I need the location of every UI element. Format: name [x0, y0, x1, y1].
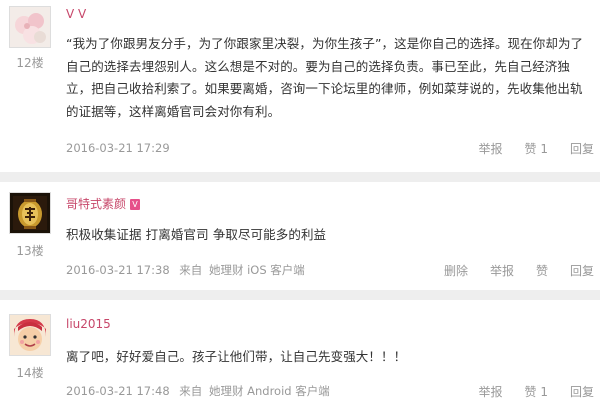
post-divider [0, 290, 600, 300]
post-meta: 2016-03-21 17:29 [66, 141, 170, 155]
post-actions: 举报 赞 1 回复 [457, 383, 594, 400]
reply-button[interactable]: 回复 [570, 140, 594, 157]
post-time: 2016-03-21 17:38 [66, 263, 170, 277]
like-button[interactable]: 赞 1 [525, 140, 548, 157]
author-name[interactable]: 哥特式素颜 [66, 197, 126, 211]
post-content: 积极收集证据 打离婚官司 争取尽可能多的利益 [66, 227, 327, 242]
like-button[interactable]: 赞 1 [525, 383, 548, 400]
author-name[interactable]: liu2015 [66, 317, 111, 331]
client-source[interactable]: 她理财 iOS 客户端 [209, 263, 305, 277]
post-divider [0, 172, 600, 182]
cartoon-face-avatar-icon [10, 315, 50, 355]
source-prefix: 来自 [179, 263, 203, 277]
author-name[interactable]: V V [66, 7, 86, 21]
post-actions: 删除 举报 赞 回复 [422, 262, 594, 279]
report-button[interactable]: 举报 [490, 262, 514, 279]
avatar[interactable] [9, 6, 51, 48]
post-meta: 2016-03-21 17:48 来自 她理财 Android 客户端 [66, 383, 330, 399]
author-row: 哥特式素颜 V [66, 195, 141, 212]
verified-badge-icon: V [130, 199, 141, 210]
flower-avatar-icon [10, 7, 50, 47]
post-actions: 举报 赞 1 回复 [457, 140, 594, 157]
reply-button[interactable]: 回复 [570, 383, 594, 400]
lantern-avatar-icon [10, 193, 50, 233]
client-source[interactable]: 她理财 Android 客户端 [209, 384, 330, 398]
post-content: “我为了你跟男友分手，为了你跟家里决裂，为你生孩子”，这是你自己的选择。现在你却… [66, 36, 584, 119]
report-button[interactable]: 举报 [479, 140, 503, 157]
floor-number: 13楼 [16, 244, 44, 258]
source-prefix: 来自 [179, 384, 203, 398]
like-button[interactable]: 赞 [536, 262, 548, 279]
post-12: 12楼 V V “我为了你跟男友分手，为了你跟家里决裂，为你生孩子”，这是你自己… [0, 0, 600, 172]
floor-number: 14楼 [16, 366, 44, 380]
report-button[interactable]: 举报 [479, 383, 503, 400]
post-time: 2016-03-21 17:48 [66, 384, 170, 398]
post-meta: 2016-03-21 17:38 来自 她理财 iOS 客户端 [66, 262, 305, 278]
reply-button[interactable]: 回复 [570, 262, 594, 279]
post-content: 离了吧，好好爱自己。孩子让他们带，让自己先变强大！！！ [66, 349, 407, 364]
post-time: 2016-03-21 17:29 [66, 141, 170, 155]
post-14: 14楼 liu2015 离了吧，好好爱自己。孩子让他们带，让自己先变强大！！！ … [0, 300, 600, 405]
avatar[interactable] [9, 314, 51, 356]
floor-number: 12楼 [16, 56, 44, 70]
post-13: 13楼 哥特式素颜 V 积极收集证据 打离婚官司 争取尽可能多的利益 2016-0… [0, 182, 600, 290]
avatar[interactable] [9, 192, 51, 234]
delete-button[interactable]: 删除 [444, 262, 468, 279]
